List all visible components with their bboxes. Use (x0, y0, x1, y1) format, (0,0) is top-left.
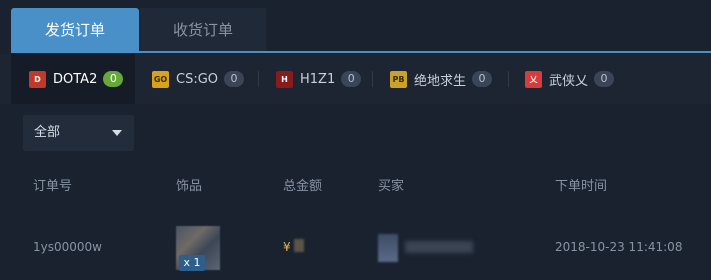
column-header-order-time: 下单时间 (555, 179, 608, 194)
order-tabs: 发货订单 收货订单 (0, 0, 711, 53)
game-tab-pubg[interactable]: PB 绝地求生 0 (390, 54, 493, 104)
game-tab-csgo[interactable]: GO CS:GO 0 (152, 54, 245, 104)
buyer-avatar[interactable] (378, 234, 398, 262)
pubg-icon: PB (390, 70, 407, 88)
column-header-order-id: 订单号 (33, 179, 73, 194)
game-label: DOTA2 (53, 71, 98, 87)
filter-area: 全部 (0, 104, 711, 160)
count-badge: 0 (341, 71, 362, 87)
count-badge: 0 (472, 71, 493, 87)
caret-down-icon (112, 130, 122, 136)
buyer-name-redacted (405, 241, 473, 253)
count-badge: 0 (224, 71, 245, 87)
divider (258, 71, 259, 87)
wuxia-icon: 乂 (525, 70, 542, 88)
total-amount: ¥ (283, 240, 291, 254)
game-tab-h1z1[interactable]: H H1Z1 0 (276, 54, 362, 104)
game-label: 绝地求生 (414, 73, 467, 89)
column-header-buyer: 买家 (378, 179, 405, 194)
column-header-item: 饰品 (176, 179, 203, 194)
csgo-icon: GO (152, 70, 169, 88)
divider (508, 71, 509, 87)
tab-send-orders[interactable]: 发货订单 (11, 8, 139, 52)
count-badge: 0 (594, 71, 615, 87)
game-filter-bar: D DOTA2 0 GO CS:GO 0 H H1Z1 0 PB 绝地求生 0 … (0, 54, 711, 104)
table-row[interactable]: 1ys00000w x 1 ¥ 2018-10-23 11:41:08 (0, 214, 711, 280)
order-id: 1ys00000w (33, 240, 102, 254)
game-label: H1Z1 (300, 71, 336, 87)
h1z1-icon: H (276, 70, 293, 88)
quantity-badge: x 1 (179, 255, 205, 271)
status-filter-dropdown[interactable]: 全部 (23, 115, 134, 151)
order-time: 2018-10-23 11:41:08 (555, 240, 683, 254)
dropdown-value: 全部 (34, 125, 61, 140)
table-header: 订单号 饰品 总金额 买家 下单时间 (0, 165, 711, 209)
count-badge: 0 (103, 71, 124, 87)
tab-underline (11, 51, 711, 53)
dota2-icon: D (29, 70, 46, 88)
tab-receive-orders[interactable]: 收货订单 (140, 8, 266, 52)
amount-redacted (294, 239, 304, 252)
game-tab-wuxia[interactable]: 乂 武侠乂 0 (525, 54, 615, 104)
game-tab-dota2[interactable]: D DOTA2 0 (11, 54, 135, 104)
column-header-total: 总金额 (283, 179, 323, 194)
game-label: CS:GO (176, 71, 219, 87)
divider (372, 71, 373, 87)
game-label: 武侠乂 (549, 73, 589, 89)
